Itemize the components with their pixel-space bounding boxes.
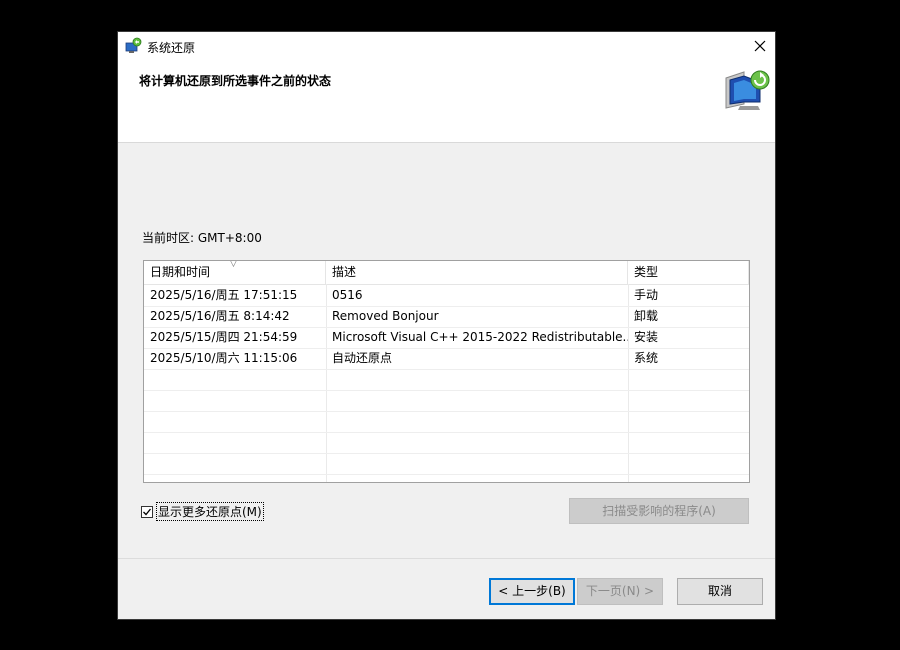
close-button[interactable]: [744, 32, 776, 60]
system-restore-icon: [125, 37, 142, 54]
footer-divider: [118, 558, 775, 559]
column-header-description[interactable]: 描述: [326, 261, 628, 284]
sort-down-icon: ▽: [230, 260, 237, 269]
table-row[interactable]: 2025/5/10/周六 11:15:06 自动还原点 系统: [144, 348, 749, 370]
empty-row: [144, 390, 749, 412]
table-row[interactable]: 2025/5/16/周五 17:51:15 0516 手动: [144, 285, 749, 307]
row-type: 手动: [634, 288, 659, 302]
close-icon: [754, 40, 766, 52]
empty-row: [144, 453, 749, 475]
system-restore-dialog: 系统还原 将计算机还原到所选事件之前的状态 当前时区: GMT+8:00 日期和…: [117, 31, 776, 620]
window-title: 系统还原: [147, 41, 196, 55]
restore-points-table[interactable]: 日期和时间 ▽ 描述 类型 2025/5/16/周五 17:51:15 0516…: [143, 260, 750, 483]
empty-row: [144, 411, 749, 433]
column-label: 日期和时间: [150, 265, 211, 279]
empty-row: [144, 432, 749, 454]
row-description: 自动还原点: [332, 351, 393, 365]
cancel-button[interactable]: 取消: [677, 578, 763, 605]
row-type: 系统: [634, 351, 659, 365]
column-label: 描述: [332, 265, 357, 279]
row-description: 0516: [332, 288, 363, 302]
back-button[interactable]: < 上一步(B): [489, 578, 575, 605]
row-datetime: 2025/5/16/周五 8:14:42: [150, 309, 290, 323]
column-label: 类型: [634, 265, 659, 279]
show-more-label[interactable]: 显示更多还原点(M): [156, 502, 264, 521]
row-type: 卸载: [634, 309, 659, 323]
row-description: Removed Bonjour: [332, 309, 439, 323]
row-datetime: 2025/5/15/周四 21:54:59: [150, 330, 298, 344]
page-heading: 将计算机还原到所选事件之前的状态: [139, 74, 332, 88]
column-header-datetime[interactable]: 日期和时间 ▽: [144, 261, 326, 284]
row-type: 安装: [634, 330, 659, 344]
scan-affected-programs-button[interactable]: 扫描受影响的程序(A): [569, 498, 749, 524]
table-row[interactable]: 2025/5/16/周五 8:14:42 Removed Bonjour 卸载: [144, 306, 749, 328]
empty-row: [144, 369, 749, 391]
checkbox-box[interactable]: [141, 505, 153, 518]
computer-restore-icon: [724, 68, 772, 112]
next-button[interactable]: 下一页(N) >: [577, 578, 663, 605]
row-description: Microsoft Visual C++ 2015-2022 Redistrib…: [332, 330, 628, 344]
header-panel: 系统还原 将计算机还原到所选事件之前的状态: [118, 32, 775, 143]
show-more-checkbox[interactable]: 显示更多还原点(M): [141, 502, 264, 521]
table-row[interactable]: 2025/5/15/周四 21:54:59 Microsoft Visual C…: [144, 327, 749, 349]
checkmark-icon: [143, 508, 152, 515]
column-header-type[interactable]: 类型: [628, 261, 749, 284]
row-datetime: 2025/5/10/周六 11:15:06: [150, 351, 298, 365]
row-datetime: 2025/5/16/周五 17:51:15: [150, 288, 298, 302]
table-header: 日期和时间 ▽ 描述 类型: [144, 261, 749, 285]
timezone-label: 当前时区: GMT+8:00: [142, 231, 262, 245]
